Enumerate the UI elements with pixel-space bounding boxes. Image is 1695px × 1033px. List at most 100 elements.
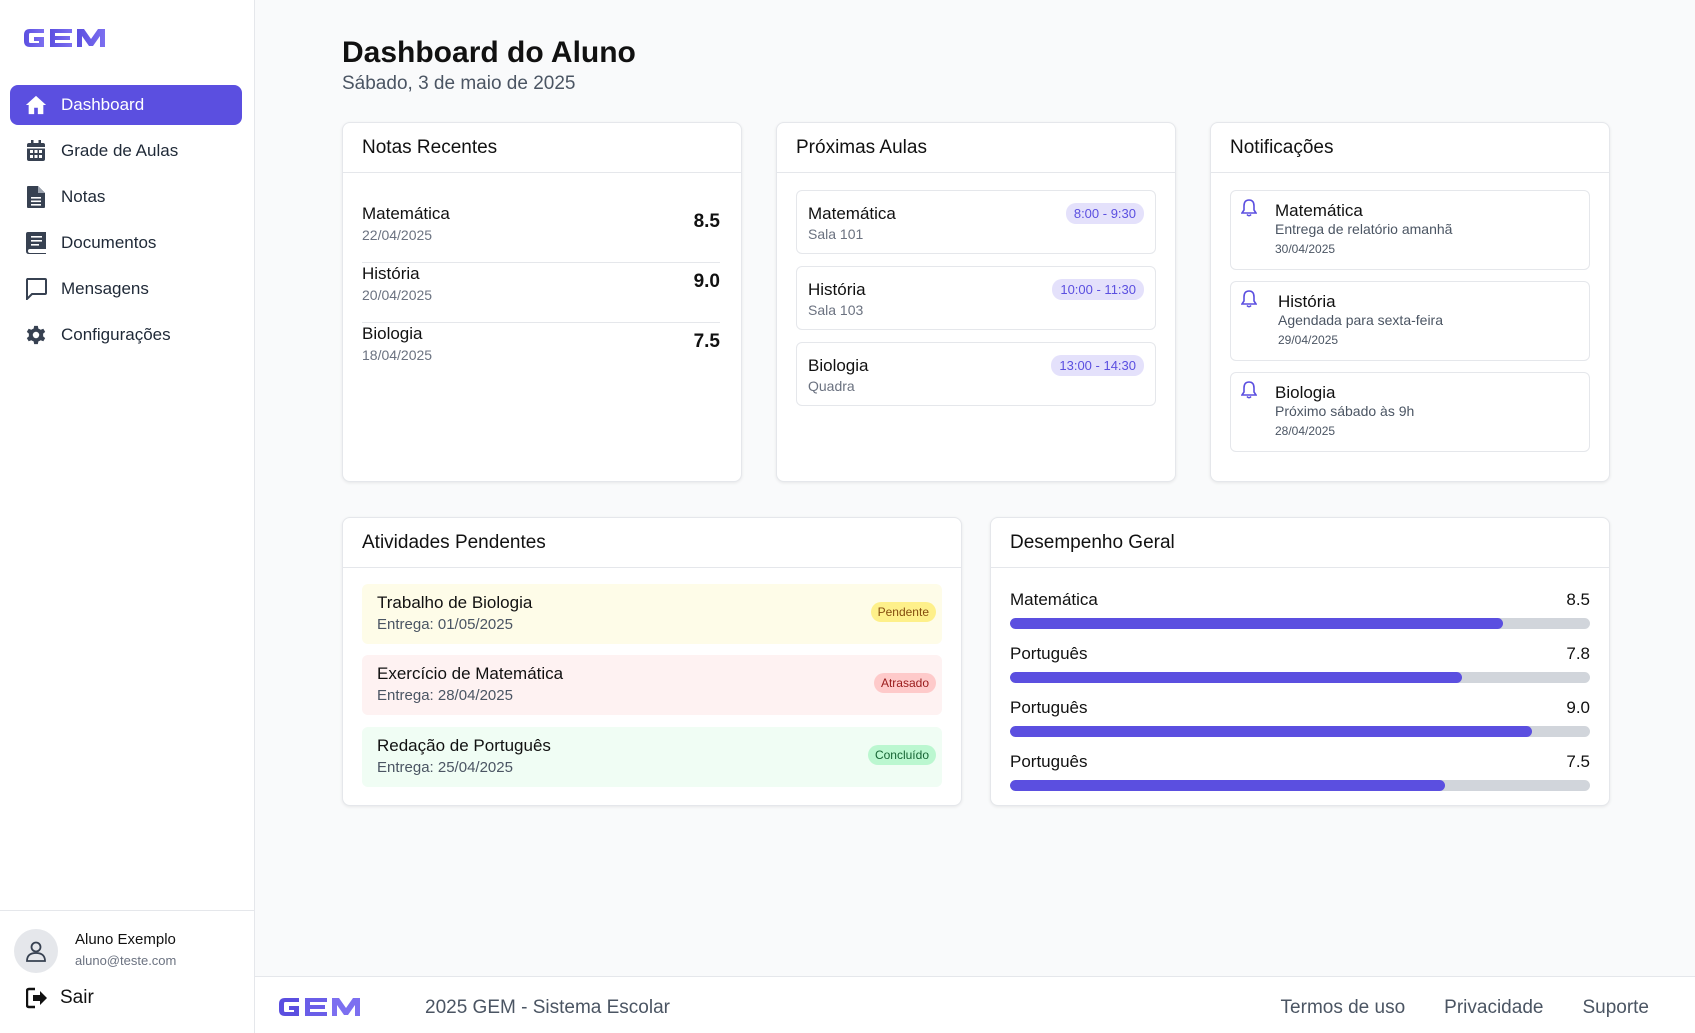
card-title: Próximas Aulas [777, 123, 1175, 173]
progress-track [1010, 672, 1590, 683]
performance-value: 8.5 [1566, 590, 1590, 609]
user-profile: Aluno Exemplo aluno@teste.com Sair [0, 910, 254, 1033]
class-room: Sala 103 [808, 302, 864, 318]
notification-message: Agendada para sexta-feira [1278, 312, 1443, 328]
notification-subject: Biologia [1275, 383, 1336, 402]
sidebar: Dashboard Grade de Aulas Notas Documento… [0, 0, 255, 1033]
notifications-card: Notificações Matemática Entrega de relat… [1210, 122, 1610, 482]
pending-activities-card: Atividades Pendentes Trabalho de Biologi… [342, 517, 962, 806]
notification-subject: História [1278, 292, 1336, 311]
performance-subject: Matemática [1010, 590, 1098, 609]
class-room: Sala 101 [808, 226, 864, 242]
status-badge: Pendente [870, 602, 936, 622]
grade-subject: Matemática [362, 204, 450, 223]
list-item[interactable]: Matemática Sala 101 8:00 - 9:30 [796, 190, 1156, 254]
bell-icon [1240, 381, 1258, 404]
grades-list: Matemática 22/04/2025 8.5 História 20/04… [362, 203, 720, 383]
sidebar-nav: Dashboard Grade de Aulas Notas Documento… [10, 85, 242, 361]
task-title: Exercício de Matemática [377, 664, 564, 683]
home-icon [25, 94, 47, 116]
list-item[interactable]: Matemática 22/04/2025 8.5 [362, 203, 720, 263]
list-item[interactable]: Biologia 18/04/2025 7.5 [362, 323, 720, 383]
class-time-badge: 8:00 - 9:30 [1065, 203, 1144, 224]
footer-copyright: 2025 GEM - Sistema Escolar [425, 997, 670, 1018]
user-name: Aluno Exemplo [75, 931, 176, 948]
list-item[interactable]: História Agendada para sexta-feira 29/04… [1230, 281, 1590, 361]
grade-date: 20/04/2025 [362, 287, 433, 303]
performance-subject: Português [1010, 752, 1088, 771]
performance-list: Matemática 8.5 Português 7.8 Português 9… [1010, 590, 1590, 806]
task-title: Trabalho de Biologia [377, 593, 533, 612]
notification-message: Próximo sábado às 9h [1275, 403, 1415, 419]
sidebar-item-notas[interactable]: Notas [10, 177, 242, 217]
performance-subject: Português [1010, 698, 1088, 717]
calendar-icon [25, 140, 47, 162]
task-due-date: Entrega: 25/04/2025 [377, 759, 513, 776]
performance-row: Matemática 8.5 [1010, 590, 1590, 644]
status-badge: Concluído [867, 745, 936, 765]
footer-links: Termos de uso Privacidade Suporte [1281, 997, 1649, 1019]
progress-fill [1010, 672, 1463, 683]
avatar[interactable] [14, 929, 58, 973]
task-item[interactable]: Redação de Português Entrega: 25/04/2025… [362, 727, 942, 787]
grade-date: 18/04/2025 [362, 347, 433, 363]
logout-button[interactable]: Sair [26, 987, 94, 1009]
performance-value: 7.8 [1566, 644, 1590, 663]
user-icon [26, 941, 46, 962]
performance-value: 7.5 [1566, 752, 1590, 771]
class-time-badge: 13:00 - 14:30 [1051, 355, 1144, 376]
list-item[interactable]: História Sala 103 10:00 - 11:30 [796, 266, 1156, 330]
notification-message: Entrega de relatório amanhã [1275, 221, 1453, 237]
grade-value: 9.0 [693, 271, 720, 292]
progress-track [1010, 780, 1590, 791]
recent-grades-card: Notas Recentes Matemática 22/04/2025 8.5… [342, 122, 742, 482]
performance-row: Português 7.8 [1010, 644, 1590, 698]
sidebar-item-grade-de-aulas[interactable]: Grade de Aulas [10, 131, 242, 171]
sidebar-item-label: Notas [61, 187, 106, 206]
gem-logo[interactable] [22, 26, 118, 55]
performance-row: Português 7.5 [1010, 752, 1590, 806]
sidebar-item-label: Documentos [61, 233, 157, 252]
sidebar-item-configuracoes[interactable]: Configurações [10, 315, 242, 355]
bell-icon [1240, 290, 1258, 313]
progress-track [1010, 726, 1590, 737]
task-due-date: Entrega: 28/04/2025 [377, 687, 513, 704]
grade-value: 7.5 [693, 331, 720, 352]
performance-subject: Português [1010, 644, 1088, 663]
task-due-date: Entrega: 01/05/2025 [377, 616, 513, 633]
upcoming-classes-card: Próximas Aulas Matemática Sala 101 8:00 … [776, 122, 1176, 482]
footer-link-termos[interactable]: Termos de uso [1281, 997, 1406, 1019]
list-item[interactable]: Matemática Entrega de relatório amanhã 3… [1230, 190, 1590, 270]
grade-subject: Biologia [362, 324, 423, 343]
footer-link-privacidade[interactable]: Privacidade [1444, 997, 1543, 1019]
list-item[interactable]: Biologia Quadra 13:00 - 14:30 [796, 342, 1156, 406]
gem-logo-graphic [24, 29, 105, 47]
class-subject: Matemática [808, 204, 896, 223]
list-item[interactable]: História 20/04/2025 9.0 [362, 263, 720, 323]
grade-subject: História [362, 264, 420, 283]
task-item[interactable]: Trabalho de Biologia Entrega: 01/05/2025… [362, 584, 942, 644]
sidebar-item-documentos[interactable]: Documentos [10, 223, 242, 263]
class-room: Quadra [808, 378, 855, 394]
notification-subject: Matemática [1275, 201, 1363, 220]
grade-date: 22/04/2025 [362, 227, 433, 243]
progress-fill [1010, 618, 1503, 629]
task-item[interactable]: Exercício de Matemática Entrega: 28/04/2… [362, 655, 942, 715]
page-title: Dashboard do Aluno [342, 36, 636, 69]
sidebar-item-label: Grade de Aulas [61, 141, 179, 160]
progress-fill [1010, 726, 1532, 737]
notification-date: 29/04/2025 [1278, 333, 1339, 347]
gem-logo-graphic [279, 998, 360, 1016]
card-title: Notificações [1211, 123, 1609, 173]
user-email: aluno@teste.com [75, 953, 177, 968]
sidebar-item-mensagens[interactable]: Mensagens [10, 269, 242, 309]
grade-value: 8.5 [693, 211, 720, 232]
progress-fill [1010, 780, 1445, 791]
list-item[interactable]: Biologia Próximo sábado às 9h 28/04/2025 [1230, 372, 1590, 452]
performance-row: Português 9.0 [1010, 698, 1590, 752]
status-badge: Atrasado [873, 673, 936, 693]
page-date: Sábado, 3 de maio de 2025 [342, 73, 576, 94]
footer-link-suporte[interactable]: Suporte [1582, 997, 1649, 1019]
footer-logo[interactable] [274, 995, 376, 1024]
sidebar-item-dashboard[interactable]: Dashboard [10, 85, 242, 125]
